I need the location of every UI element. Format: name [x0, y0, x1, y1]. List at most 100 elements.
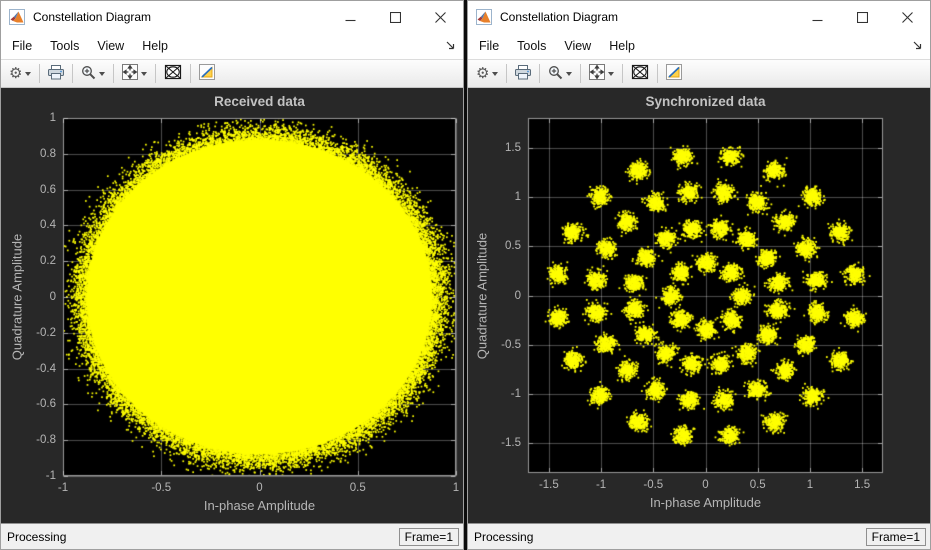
constellation-icon [164, 64, 182, 83]
y-tick-label: 0.4 [40, 219, 56, 231]
menu-file[interactable]: File [1, 33, 41, 59]
y-tick-label: -0.4 [36, 363, 56, 375]
y-axis-label: Quadrature Amplitude [475, 232, 490, 358]
toolbar-separator [657, 64, 658, 83]
x-tick-label: -1 [596, 479, 606, 491]
plot-title: Synchronized data [528, 94, 883, 109]
y-tick-label: -0.6 [36, 398, 56, 410]
matlab-app-icon [9, 9, 25, 25]
caret-down-icon [99, 72, 105, 76]
status-message: Processing [4, 530, 399, 544]
y-tick-label: 0.8 [40, 148, 56, 160]
y-tick-label: 0.2 [40, 255, 56, 267]
y-tick-label: 0 [515, 290, 521, 302]
printer-icon [48, 65, 64, 83]
menu-view[interactable]: View [88, 33, 133, 59]
caret-down-icon [25, 72, 31, 76]
caret-down-icon [566, 72, 572, 76]
menu-tools[interactable]: Tools [508, 33, 555, 59]
signal-quality-icon [199, 64, 215, 83]
print-button[interactable] [511, 63, 535, 85]
plot-title: Received data [63, 94, 456, 109]
caret-down-icon [141, 72, 147, 76]
maximize-button[interactable] [373, 1, 418, 33]
menu-tools[interactable]: Tools [41, 33, 88, 59]
toolbar-separator [72, 64, 73, 83]
menu-file[interactable]: File [468, 33, 508, 59]
fit-to-view-button[interactable] [118, 62, 151, 85]
matlab-app-icon [476, 9, 492, 25]
dock-arrow-icon[interactable] [445, 40, 456, 51]
maximize-button[interactable] [840, 1, 885, 33]
toolbar-separator [506, 64, 507, 83]
frame-counter: Frame=1 [866, 528, 926, 546]
x-tick-label: 0.5 [350, 482, 366, 494]
close-button[interactable] [418, 1, 463, 33]
minimize-button[interactable] [795, 1, 840, 33]
x-tick-label: 0 [702, 479, 708, 491]
window-title: Constellation Diagram [500, 10, 795, 24]
signal-quality-icon [666, 64, 682, 83]
print-button[interactable] [44, 63, 68, 85]
x-axis-label: In-phase Amplitude [528, 495, 883, 510]
signal-quality-button[interactable] [195, 62, 219, 85]
synchronized-plot-canvas [468, 88, 930, 523]
toolbar-separator [190, 64, 191, 83]
caret-down-icon [492, 72, 498, 76]
gear-icon: ⚙ [9, 66, 22, 81]
title-bar[interactable]: Constellation Diagram [1, 1, 463, 33]
toolbar-separator [155, 64, 156, 83]
toolbar-separator [580, 64, 581, 83]
x-tick-label: -1.5 [539, 479, 559, 491]
minimize-button[interactable] [328, 1, 373, 33]
status-message: Processing [471, 530, 866, 544]
status-bar: Processing Frame=1 [1, 523, 463, 549]
x-tick-label: 1.5 [854, 479, 870, 491]
dock-arrow-icon[interactable] [912, 40, 923, 51]
toolbar: ⚙ [468, 59, 930, 88]
x-tick-label: 0 [256, 482, 262, 494]
figure-area-received: Received data In-phase Amplitude Quadrat… [1, 88, 463, 523]
menu-help[interactable]: Help [600, 33, 644, 59]
y-tick-label: -0.8 [36, 434, 56, 446]
y-axis-label: Quadrature Amplitude [10, 234, 25, 360]
constellation-properties-button[interactable] [627, 62, 653, 85]
toolbar: ⚙ [1, 59, 463, 88]
received-plot-canvas [1, 88, 463, 523]
zoom-in-button[interactable] [77, 63, 109, 85]
x-tick-label: 0.5 [750, 479, 766, 491]
y-tick-label: 1 [50, 112, 56, 124]
figure-area-synchronized: Synchronized data In-phase Amplitude Qua… [468, 88, 930, 523]
signal-quality-button[interactable] [662, 62, 686, 85]
constellation-properties-button[interactable] [160, 62, 186, 85]
menu-view[interactable]: View [555, 33, 600, 59]
y-tick-label: -1.5 [501, 437, 521, 449]
toolbar-separator [622, 64, 623, 83]
printer-icon [515, 65, 531, 83]
x-axis-label: In-phase Amplitude [63, 498, 456, 513]
frame-counter: Frame=1 [399, 528, 459, 546]
zoom-in-icon [81, 65, 96, 83]
status-bar: Processing Frame=1 [468, 523, 930, 549]
menu-help[interactable]: Help [133, 33, 177, 59]
menu-bar: File Tools View Help [468, 33, 930, 59]
settings-button[interactable]: ⚙ [472, 64, 502, 83]
window-received: Constellation Diagram File Tools View He… [0, 0, 464, 550]
window-title: Constellation Diagram [33, 10, 328, 24]
y-tick-label: -1 [46, 470, 56, 482]
zoom-in-button[interactable] [544, 63, 576, 85]
fit-to-view-icon [589, 64, 605, 83]
y-tick-label: 0 [50, 291, 56, 303]
y-tick-label: -1 [511, 388, 521, 400]
x-tick-label: -1 [58, 482, 68, 494]
settings-button[interactable]: ⚙ [5, 64, 35, 83]
fit-to-view-button[interactable] [585, 62, 618, 85]
y-tick-label: 1 [515, 191, 521, 203]
close-button[interactable] [885, 1, 930, 33]
title-bar[interactable]: Constellation Diagram [468, 1, 930, 33]
x-tick-label: 1 [453, 482, 459, 494]
toolbar-separator [539, 64, 540, 83]
x-tick-label: -0.5 [151, 482, 171, 494]
x-tick-label: -0.5 [643, 479, 663, 491]
y-tick-label: 0.5 [505, 240, 521, 252]
